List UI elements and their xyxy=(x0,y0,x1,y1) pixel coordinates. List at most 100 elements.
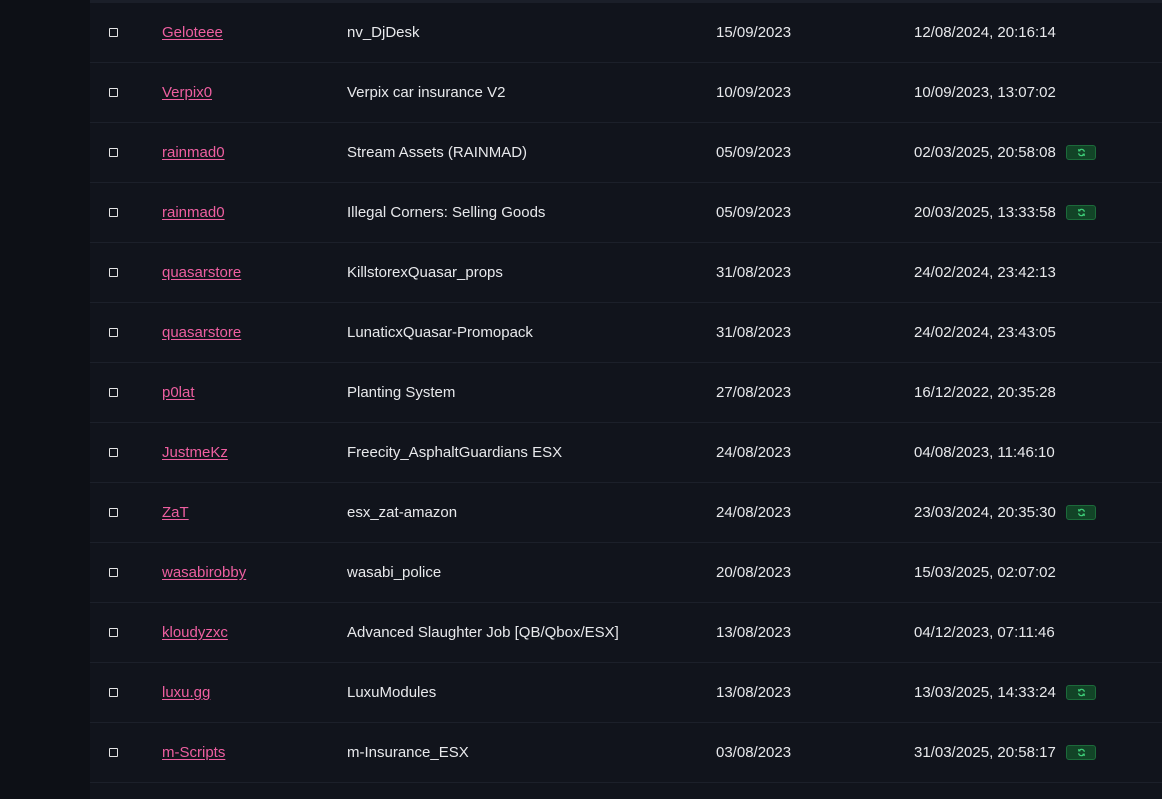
author-link[interactable]: ZaT xyxy=(162,504,189,521)
author-link[interactable]: rainmad0 xyxy=(162,204,225,221)
table-row: luxu.gg LuxuModules 13/08/2023 13/03/202… xyxy=(90,663,1162,723)
row-checkbox[interactable] xyxy=(109,628,118,637)
updated-timestamp: 15/03/2025, 02:07:02 xyxy=(914,564,1056,581)
author-link[interactable]: quasarstore xyxy=(162,324,241,341)
updated-timestamp: 10/09/2023, 13:07:02 xyxy=(914,84,1056,101)
author-cell: rainmad0 xyxy=(162,183,225,242)
row-checkbox[interactable] xyxy=(109,268,118,277)
resource-name: Advanced Slaughter Job [QB/Qbox/ESX] xyxy=(347,624,619,641)
author-link[interactable]: rainmad0 xyxy=(162,144,225,161)
author-cell: luxu.gg xyxy=(162,663,210,722)
resource-name: LuxuModules xyxy=(347,684,437,701)
row-checkbox[interactable] xyxy=(109,328,118,337)
author-cell: ZaT xyxy=(162,483,189,542)
created-date: 24/08/2023 xyxy=(716,504,792,521)
sync-badge xyxy=(1066,505,1096,520)
resource-name: wasabi_police xyxy=(347,564,442,581)
resource-name: nv_DjDesk xyxy=(347,24,420,41)
table-row: ZaT esx_zat-amazon 24/08/2023 23/03/2024… xyxy=(90,483,1162,543)
table-row: rainmad0 Stream Assets (RAINMAD) 05/09/2… xyxy=(90,123,1162,183)
table-row: m-Scripts m-Insurance_ESX 03/08/2023 31/… xyxy=(90,723,1162,783)
table-row: JustmeKz Freecity_AsphaltGuardians ESX 2… xyxy=(90,423,1162,483)
table-row: p0lat Planting System 27/08/2023 16/12/2… xyxy=(90,363,1162,423)
resource-table: Geloteee nv_DjDesk 15/09/2023 12/08/2024… xyxy=(90,0,1162,799)
table-row: Verpix0 Verpix car insurance V2 10/09/20… xyxy=(90,63,1162,123)
author-cell: Geloteee xyxy=(162,3,223,62)
created-date: 31/08/2023 xyxy=(716,324,792,341)
author-link[interactable]: JustmeKz xyxy=(162,444,228,461)
created-date: 15/09/2023 xyxy=(716,24,792,41)
author-link[interactable]: wasabirobby xyxy=(162,564,246,581)
author-cell: m-Scripts xyxy=(162,723,225,782)
author-link[interactable]: m-Scripts xyxy=(162,744,225,761)
updated-timestamp: 12/08/2024, 20:16:14 xyxy=(914,24,1056,41)
author-link[interactable]: quasarstore xyxy=(162,264,241,281)
created-date: 10/09/2023 xyxy=(716,84,792,101)
created-date: 13/08/2023 xyxy=(716,624,792,641)
created-date: 20/08/2023 xyxy=(716,564,792,581)
updated-timestamp: 20/03/2025, 13:33:58 xyxy=(914,204,1056,221)
refresh-icon xyxy=(1077,748,1085,757)
created-date: 27/08/2023 xyxy=(716,384,792,401)
row-checkbox[interactable] xyxy=(109,28,118,37)
author-link[interactable]: Geloteee xyxy=(162,24,223,41)
author-cell: kloudyzxc xyxy=(162,603,228,662)
updated-timestamp: 04/12/2023, 07:11:46 xyxy=(914,624,1055,641)
resource-name: LunaticxQuasar-Promopack xyxy=(347,324,533,341)
row-checkbox[interactable] xyxy=(109,88,118,97)
row-checkbox[interactable] xyxy=(109,568,118,577)
sync-badge xyxy=(1066,745,1096,760)
updated-timestamp: 16/12/2022, 20:35:28 xyxy=(914,384,1056,401)
author-cell: quasarstore xyxy=(162,243,241,302)
updated-timestamp: 24/02/2024, 23:43:05 xyxy=(914,324,1056,341)
updated-timestamp: 24/02/2024, 23:42:13 xyxy=(914,264,1056,281)
created-date: 05/09/2023 xyxy=(716,144,792,161)
updated-timestamp: 13/03/2025, 14:33:24 xyxy=(914,684,1056,701)
author-link[interactable]: kloudyzxc xyxy=(162,624,228,641)
author-cell: quasarstore xyxy=(162,303,241,362)
resource-name: Stream Assets (RAINMAD) xyxy=(347,144,528,161)
resource-name: m-Insurance_ESX xyxy=(347,744,469,761)
created-date: 03/08/2023 xyxy=(716,744,792,761)
table-row: Geloteee nv_DjDesk 15/09/2023 12/08/2024… xyxy=(90,3,1162,63)
sync-badge xyxy=(1066,205,1096,220)
page: Geloteee nv_DjDesk 15/09/2023 12/08/2024… xyxy=(0,0,1162,799)
table-row: quasarstore LunaticxQuasar-Promopack 31/… xyxy=(90,303,1162,363)
row-checkbox[interactable] xyxy=(109,688,118,697)
table-row: kloudyzxc Advanced Slaughter Job [QB/Qbo… xyxy=(90,603,1162,663)
row-checkbox[interactable] xyxy=(109,388,118,397)
sync-badge xyxy=(1066,685,1096,700)
author-cell: rainmad0 xyxy=(162,123,225,182)
row-checkbox[interactable] xyxy=(109,448,118,457)
author-cell: JustmeKz xyxy=(162,423,228,482)
sync-badge xyxy=(1066,145,1096,160)
author-link[interactable]: Verpix0 xyxy=(162,84,212,101)
refresh-icon xyxy=(1077,508,1085,517)
sidebar xyxy=(0,0,90,799)
resource-name: esx_zat-amazon xyxy=(347,504,458,521)
updated-timestamp: 23/03/2024, 20:35:30 xyxy=(914,504,1056,521)
resource-name: Freecity_AsphaltGuardians ESX xyxy=(347,444,563,461)
refresh-icon xyxy=(1077,688,1085,697)
refresh-icon xyxy=(1077,208,1085,217)
table-row: quasarstore KillstorexQuasar_props 31/08… xyxy=(90,243,1162,303)
updated-timestamp: 02/03/2025, 20:58:08 xyxy=(914,144,1056,161)
row-checkbox[interactable] xyxy=(109,148,118,157)
table-row: rainmad0 Illegal Corners: Selling Goods … xyxy=(90,183,1162,243)
author-link[interactable]: luxu.gg xyxy=(162,684,210,701)
row-checkbox[interactable] xyxy=(109,748,118,757)
created-date: 31/08/2023 xyxy=(716,264,792,281)
table-row: wasabirobby wasabi_police 20/08/2023 15/… xyxy=(90,543,1162,603)
created-date: 05/09/2023 xyxy=(716,204,792,221)
author-link[interactable]: p0lat xyxy=(162,384,195,401)
row-checkbox[interactable] xyxy=(109,508,118,517)
author-cell: p0lat xyxy=(162,363,195,422)
created-date: 24/08/2023 xyxy=(716,444,792,461)
row-checkbox[interactable] xyxy=(109,208,118,217)
resource-name: Verpix car insurance V2 xyxy=(347,84,506,101)
author-cell: wasabirobby xyxy=(162,543,246,602)
author-cell: Verpix0 xyxy=(162,63,212,122)
refresh-icon xyxy=(1077,148,1085,157)
updated-timestamp: 31/03/2025, 20:58:17 xyxy=(914,744,1056,761)
resource-name: Planting System xyxy=(347,384,456,401)
